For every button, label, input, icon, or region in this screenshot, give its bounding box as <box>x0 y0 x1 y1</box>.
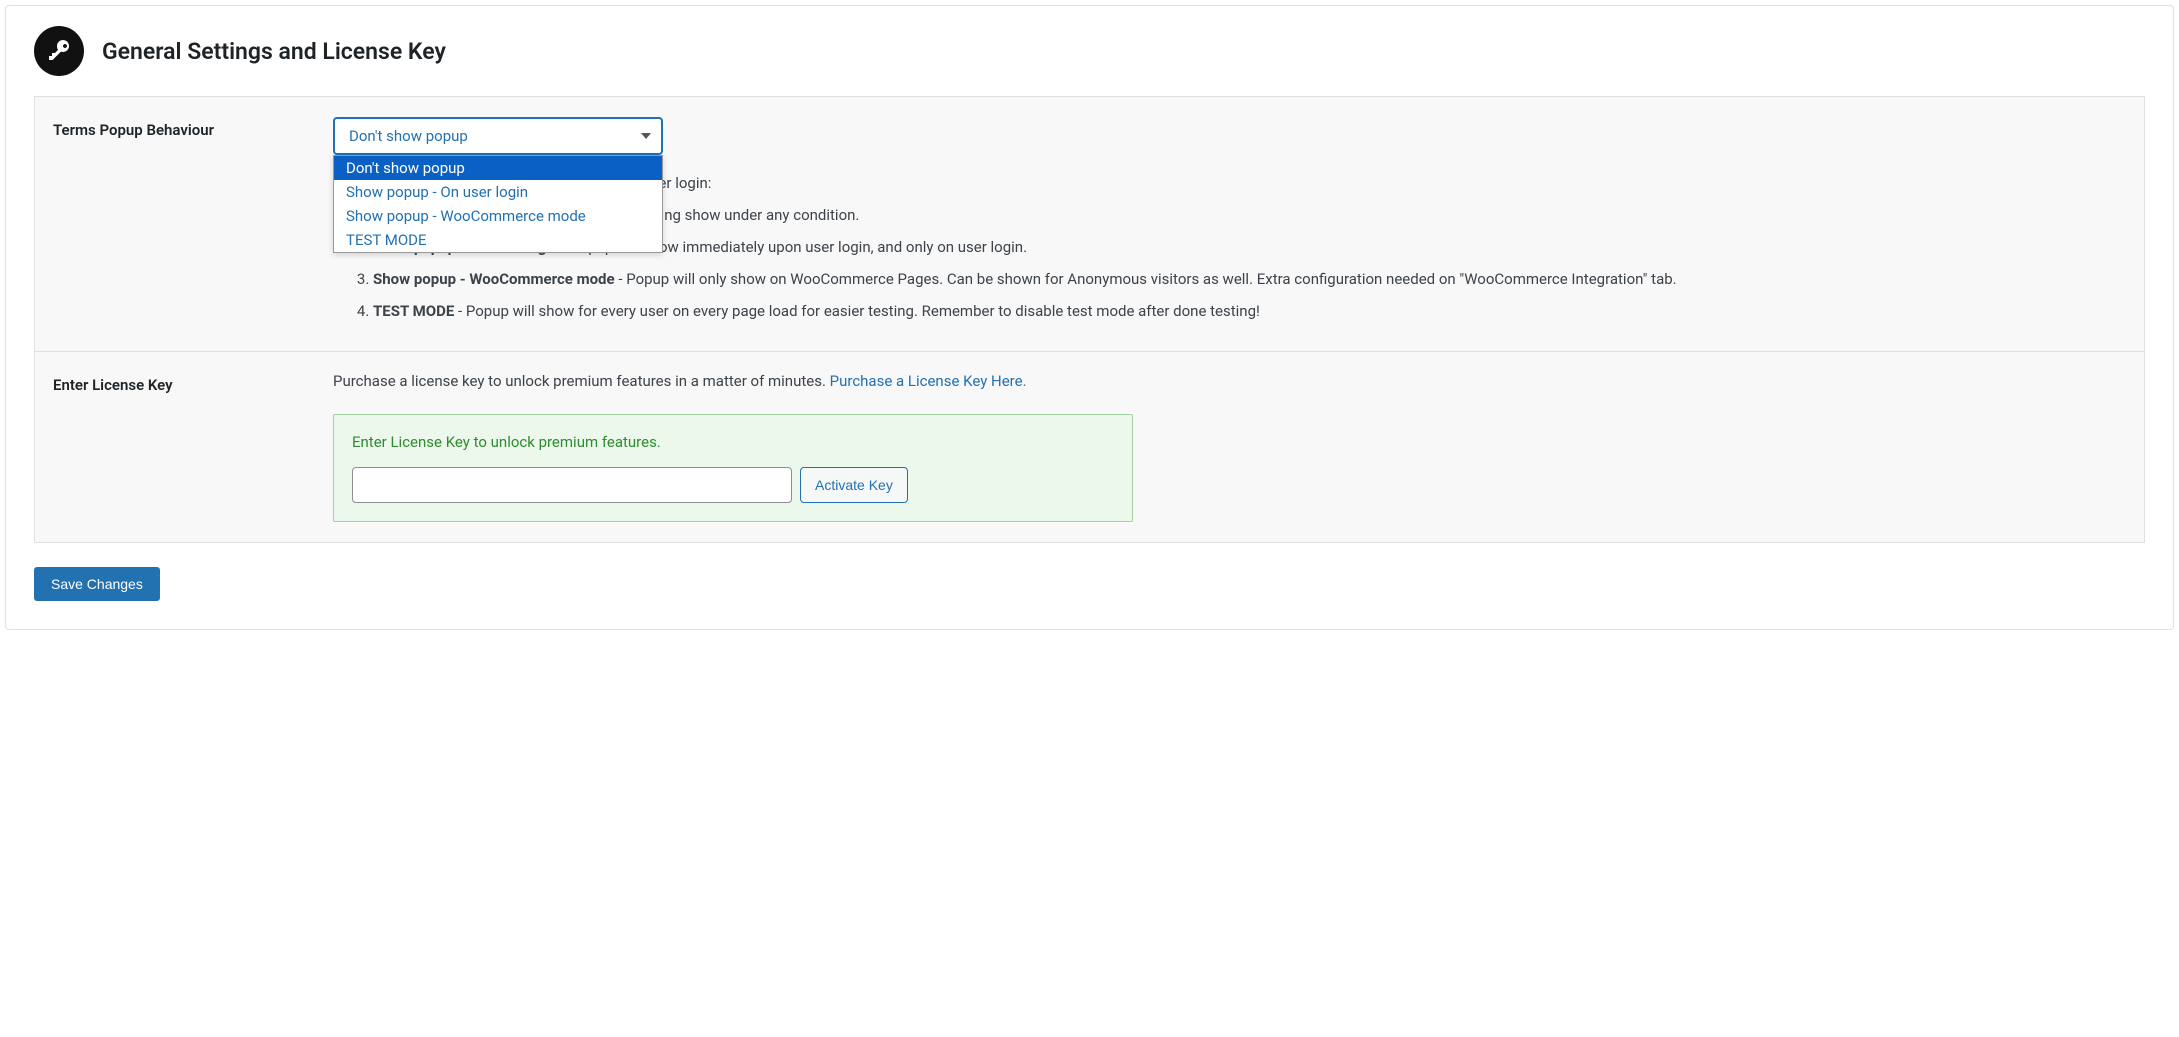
license-box: Enter License Key to unlock premium feat… <box>333 414 1133 522</box>
page-title: General Settings and License Key <box>102 38 446 65</box>
help-item-4: TEST MODE - Popup will show for every us… <box>373 299 2126 323</box>
license-intro-text: Purchase a license key to unlock premium… <box>333 372 2126 390</box>
help-item-3: Show popup - WooCommerce mode - Popup wi… <box>373 267 2126 291</box>
dropdown-option-test-mode[interactable]: TEST MODE <box>334 228 662 252</box>
dropdown-option-woocommerce[interactable]: Show popup - WooCommerce mode <box>334 204 662 228</box>
terms-popup-select[interactable]: Don't show popup <box>333 117 663 155</box>
page-header: General Settings and License Key <box>6 6 2173 96</box>
settings-form: Terms Popup Behaviour Don't show popup D… <box>34 96 2145 543</box>
key-icon <box>34 26 84 76</box>
save-changes-button[interactable]: Save Changes <box>34 567 160 601</box>
purchase-license-link[interactable]: Purchase a License Key Here. <box>830 372 1027 390</box>
activate-key-button[interactable]: Activate Key <box>800 467 908 503</box>
select-value: Don't show popup <box>349 127 468 145</box>
license-box-text: Enter License Key to unlock premium feat… <box>352 433 1114 451</box>
license-key-input[interactable] <box>352 467 792 503</box>
terms-popup-dropdown: Don't show popup Show popup - On user lo… <box>333 155 663 253</box>
terms-popup-label: Terms Popup Behaviour <box>53 117 333 331</box>
dropdown-option-user-login[interactable]: Show popup - On user login <box>334 180 662 204</box>
terms-popup-row: Terms Popup Behaviour Don't show popup D… <box>35 97 2144 352</box>
dropdown-option-dont-show[interactable]: Don't show popup <box>334 156 662 180</box>
license-key-row: Enter License Key Purchase a license key… <box>35 352 2144 542</box>
license-key-label: Enter License Key <box>53 372 333 522</box>
